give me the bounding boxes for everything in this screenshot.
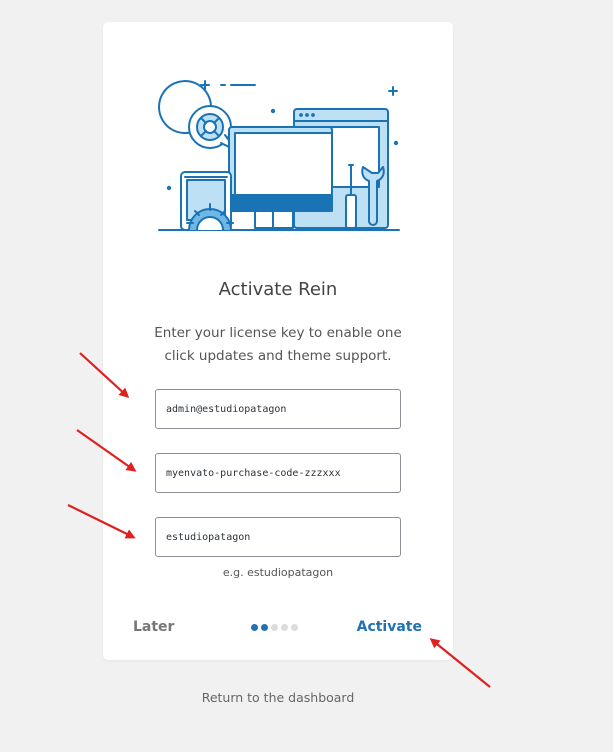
page-description: Enter your license key to enable one cli…	[154, 325, 402, 364]
return-to-dashboard-link[interactable]: Return to the dashboard	[0, 690, 556, 705]
purchase-code-field[interactable]	[155, 453, 401, 493]
activate-button[interactable]: Activate	[357, 619, 422, 635]
field-hint: e.g. estudiopatagon	[222, 566, 334, 579]
support-lifebuoy-icon	[158, 80, 238, 152]
username-field[interactable]	[155, 389, 401, 429]
step-dot	[291, 624, 298, 631]
step-dot	[271, 624, 278, 631]
page-title: Activate Rein	[218, 279, 338, 300]
step-dot	[281, 624, 288, 631]
later-button[interactable]: Later	[133, 619, 174, 635]
step-dot	[251, 624, 258, 631]
activation-card: Activate Rein Enter your license key to …	[103, 22, 453, 660]
license-name-field[interactable]	[155, 517, 401, 557]
step-dot	[261, 624, 268, 631]
setup-illustration	[158, 80, 400, 231]
step-indicator	[251, 624, 298, 631]
